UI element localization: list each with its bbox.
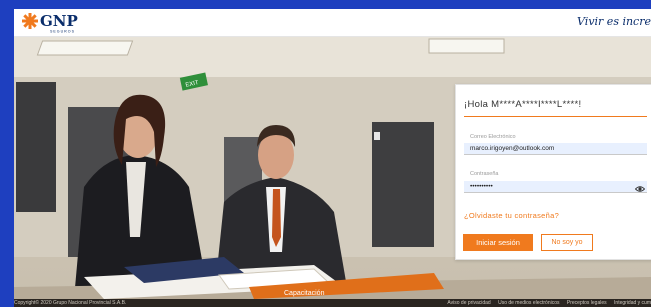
footer-link-integrity[interactable]: Integridad y cum	[614, 300, 651, 306]
copyright-text: Copyright© 2020 Grupo Nacional Provincia…	[14, 300, 127, 306]
gnp-logo-mark	[22, 13, 38, 29]
not-me-button[interactable]: No soy yo	[541, 234, 593, 251]
password-label: Contraseña	[470, 171, 499, 177]
logo-subtext: SEGUROS	[50, 30, 75, 34]
screenshot-frame: GNP SEGUROS Vivir es incre EXIT Capacita…	[0, 0, 651, 307]
email-field[interactable]	[464, 143, 647, 155]
gnp-logo[interactable]: GNP SEGUROS	[22, 12, 102, 34]
logo-text: GNP	[40, 12, 78, 30]
top-header: GNP SEGUROS Vivir es incre	[14, 9, 651, 37]
forgot-password-link[interactable]: ¿Olvidaste tu contraseña?	[464, 211, 559, 220]
footer-link-privacy[interactable]: Aviso de privacidad	[447, 300, 490, 306]
footer-link-legal[interactable]: Preceptos legales	[567, 300, 607, 306]
greeting-title: ¡Hola M****A****I****L****!	[464, 99, 582, 110]
banner-text: Capacitación	[284, 290, 325, 297]
eye-icon[interactable]	[635, 185, 645, 193]
greeting-underline	[464, 116, 647, 117]
footer: Copyright© 2020 Grupo Nacional Provincia…	[14, 299, 651, 307]
tagline: Vivir es incre	[577, 15, 651, 28]
password-field[interactable]	[464, 181, 647, 193]
page: GNP SEGUROS Vivir es incre EXIT Capacita…	[14, 9, 651, 307]
footer-links: Aviso de privacidad Uso de medios electr…	[441, 299, 651, 307]
login-button[interactable]: Iniciar sesión	[463, 234, 533, 251]
email-label: Correo Electrónico	[470, 134, 516, 140]
footer-link-electronic-media[interactable]: Uso de medios electrónicos	[498, 300, 559, 306]
login-card: ¡Hola M****A****I****L****! Correo Elect…	[455, 84, 651, 260]
